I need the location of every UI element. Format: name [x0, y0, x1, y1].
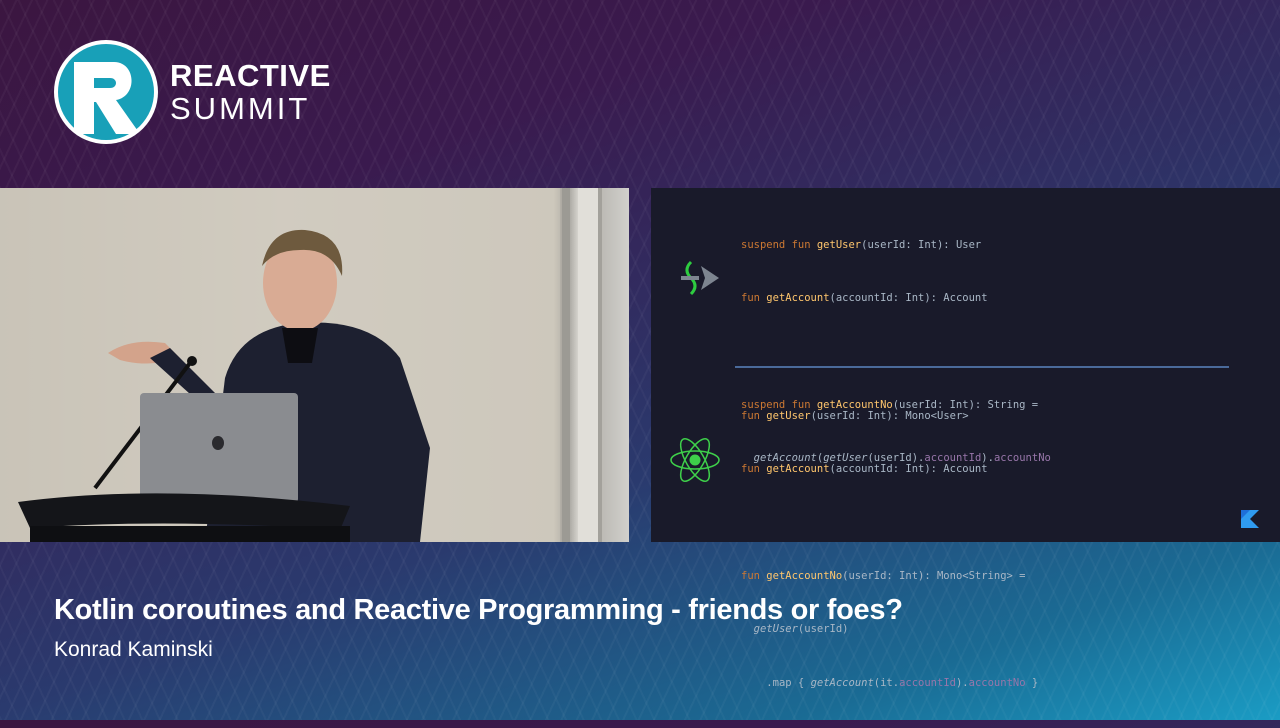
- reactive-summit-logo: REACTIVE SUMMIT: [56, 42, 331, 142]
- coroutines-icon: [681, 260, 719, 296]
- code-line: fun getAccountNo(userId: Int): Mono<Stri…: [741, 569, 1026, 582]
- code-line: .map { getAccount(it.accountId).accountN…: [766, 676, 1039, 689]
- speaker-video: [0, 188, 629, 542]
- talk-title: Kotlin coroutines and Reactive Programmi…: [54, 594, 903, 626]
- code-line: fun getAccount(accountId: Int): Account: [741, 291, 988, 304]
- logo-r-icon: [56, 42, 156, 142]
- kotlin-icon: [1241, 510, 1259, 528]
- reactor-code-block: fun getUser(userId: Int): Mono<User> fun…: [741, 372, 1038, 728]
- code-slide: suspend fun getUser(userId: Int): User f…: [651, 188, 1280, 689]
- brand-line1: REACTIVE: [170, 58, 331, 93]
- brand-line2: SUMMIT: [170, 91, 311, 126]
- speaker-name: Konrad Kaminski: [54, 638, 213, 661]
- code-divider: [735, 366, 1229, 368]
- code-line: suspend fun getUser(userId: Int): User: [741, 238, 982, 251]
- video-frame-illustration: [0, 188, 602, 542]
- code-line: fun getUser(userId: Int): Mono<User>: [741, 409, 969, 422]
- reactor-icon: [670, 437, 720, 483]
- code-line: fun getAccount(accountId: Int): Account: [741, 462, 988, 475]
